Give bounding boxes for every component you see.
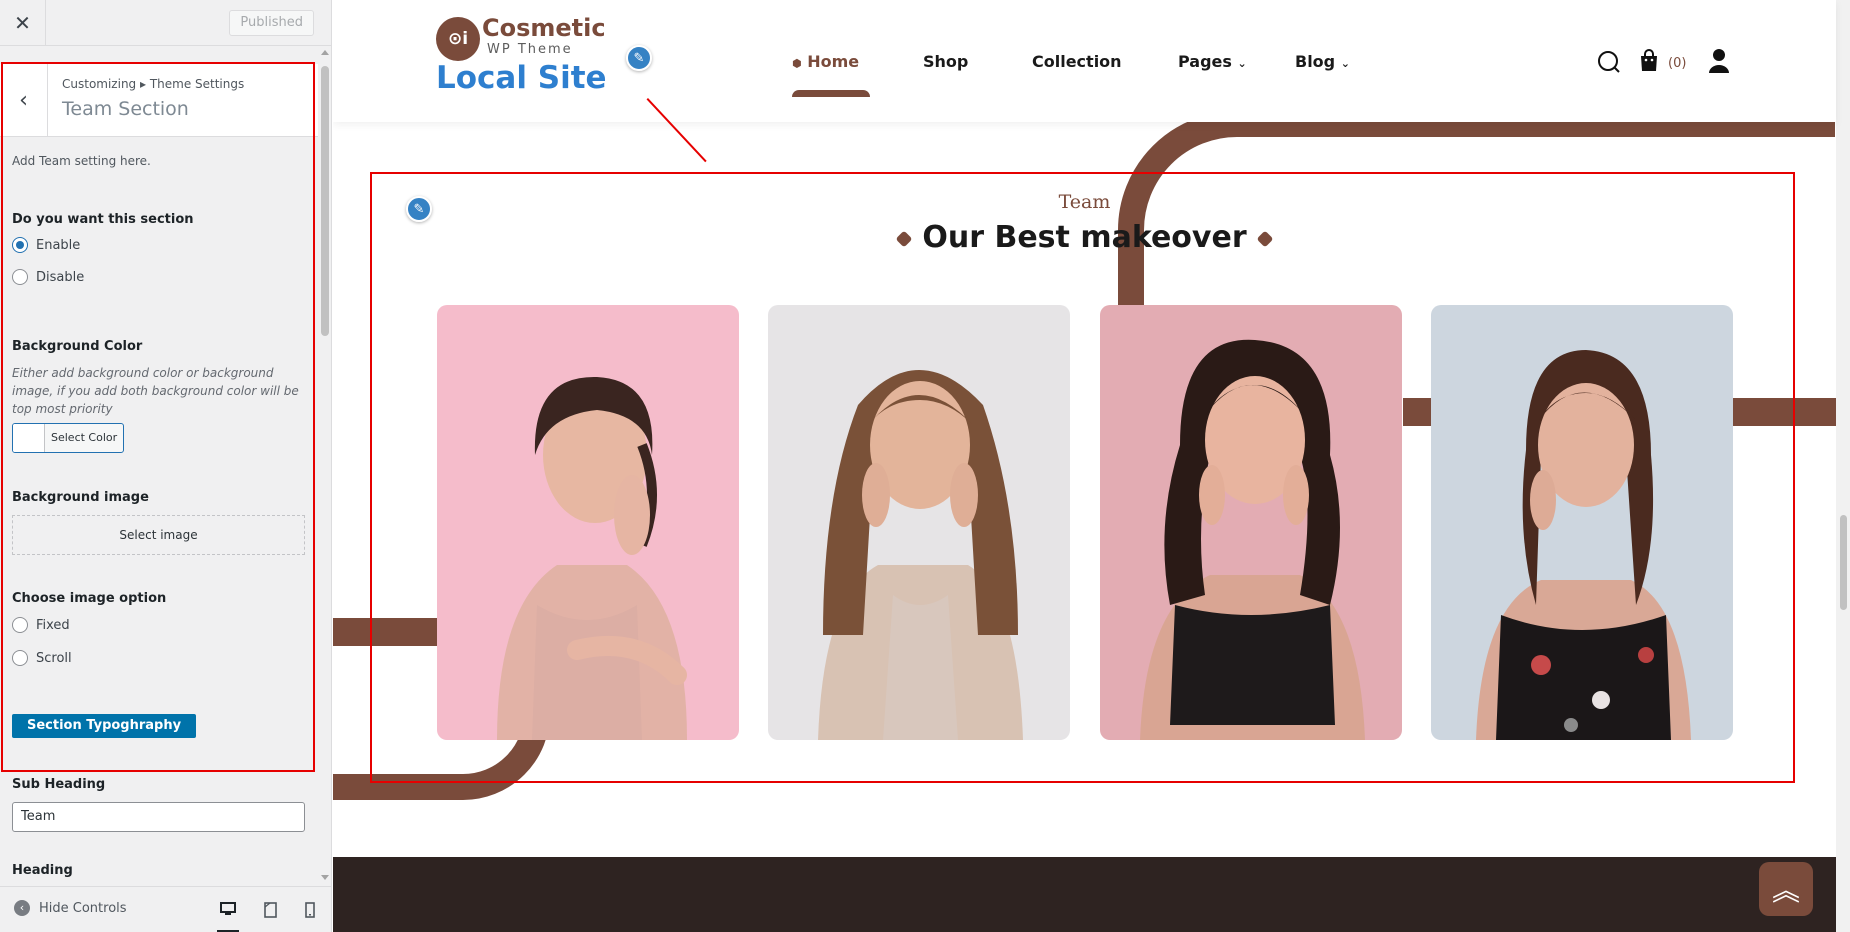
site-title[interactable]: Local Site	[436, 60, 607, 96]
select-image-button[interactable]: Select image	[12, 515, 305, 555]
team-heading-text: Our Best makeover	[922, 220, 1247, 255]
next-section-banner	[333, 857, 1836, 932]
site-header: ⊙i Cosmetic WP Theme Local Site ✎ ⬢ Home…	[333, 0, 1836, 122]
mobile-icon[interactable]	[299, 899, 321, 921]
chevron-down-icon: ⌄	[1237, 57, 1247, 70]
heading-label: Heading	[12, 863, 73, 878]
sidebar-scrollbar[interactable]	[318, 46, 331, 886]
team-member-card[interactable]	[1100, 305, 1402, 740]
radio-disable[interactable]: Disable	[12, 269, 84, 285]
team-member-photo	[437, 305, 739, 740]
customizer-topbar: ✕ Published	[0, 0, 331, 46]
nav-shop[interactable]: Shop	[923, 52, 968, 71]
section-header: ‹ Customizing ▸ Theme Settings Team Sect…	[0, 64, 318, 137]
nav-home-label: Home	[807, 52, 860, 71]
collapse-icon: ‹	[14, 900, 30, 916]
nav-pages-label: Pages	[1178, 52, 1232, 71]
scroll-up-icon[interactable]	[321, 50, 329, 55]
radio-enable[interactable]: Enable	[12, 237, 80, 253]
nav-active-dot-icon: ⬢	[792, 57, 802, 70]
edit-pencil-icon[interactable]: ✎	[406, 196, 432, 222]
nav-blog-label: Blog	[1295, 52, 1336, 71]
team-member-card[interactable]	[1431, 305, 1733, 740]
scrollbar-thumb[interactable]	[1840, 515, 1847, 610]
radio-checked-icon	[12, 237, 28, 253]
sub-heading-input[interactable]: Team	[12, 802, 305, 832]
section-toggle-label: Do you want this section	[12, 212, 194, 227]
background-color-label: Background Color	[12, 339, 143, 354]
hexagon-bullet-icon	[1256, 230, 1274, 247]
nav-pages[interactable]: Pages ⌄	[1178, 52, 1247, 71]
preview-scrollbar[interactable]	[1836, 0, 1850, 932]
team-sub-heading: Team	[1058, 191, 1111, 213]
team-member-photo	[1431, 305, 1733, 740]
radio-scroll-label: Scroll	[36, 650, 72, 666]
hide-controls-button[interactable]: ‹ Hide Controls	[14, 900, 127, 916]
tablet-icon[interactable]	[259, 899, 281, 921]
radio-unchecked-icon	[12, 650, 28, 666]
customizer-footer: ‹ Hide Controls	[0, 886, 331, 932]
radio-fixed-label: Fixed	[36, 617, 70, 633]
team-member-photo	[768, 305, 1070, 740]
hide-controls-label: Hide Controls	[39, 900, 127, 916]
breadcrumb: Customizing ▸ Theme Settings	[62, 77, 245, 91]
nav-active-indicator	[792, 90, 870, 97]
nav-blog[interactable]: Blog ⌄	[1295, 52, 1350, 71]
back-arrow-icon[interactable]: ‹	[0, 64, 48, 137]
scrollbar-thumb[interactable]	[321, 66, 329, 336]
background-image-label: Background image	[12, 490, 149, 505]
team-member-photo	[1100, 305, 1402, 740]
published-button[interactable]: Published	[229, 10, 314, 36]
radio-scroll[interactable]: Scroll	[12, 650, 72, 666]
user-icon[interactable]	[1708, 48, 1730, 78]
scroll-down-icon[interactable]	[321, 875, 329, 880]
team-member-card[interactable]	[768, 305, 1070, 740]
customizer-sidebar: ✕ Published ‹ Customizing ▸ Theme Settin…	[0, 0, 332, 932]
select-color-button[interactable]: Select Color	[12, 423, 125, 453]
select-color-label: Select Color	[51, 431, 118, 444]
sub-heading-label: Sub Heading	[12, 777, 106, 792]
image-option-label: Choose image option	[12, 591, 167, 606]
cart-icon[interactable]	[1639, 48, 1659, 76]
background-color-help: Either add background color or backgroun…	[12, 366, 299, 416]
section-title: Team Section	[62, 98, 189, 120]
radio-unchecked-icon	[12, 269, 28, 285]
nav-collection[interactable]: Collection	[1032, 52, 1122, 71]
scroll-to-top-icon[interactable]: ︽	[1759, 862, 1813, 916]
radio-enable-label: Enable	[36, 237, 81, 253]
site-preview: ⊙i Cosmetic WP Theme Local Site ✎ ⬢ Home…	[333, 0, 1850, 932]
cart-count: (0)	[1668, 56, 1687, 71]
search-icon[interactable]	[1597, 50, 1621, 78]
radio-unchecked-icon	[12, 617, 28, 633]
logo-tagline: WP Theme	[487, 42, 573, 57]
desktop-icon[interactable]	[217, 899, 239, 932]
close-icon[interactable]: ✕	[0, 0, 46, 46]
nav-home[interactable]: ⬢ Home	[792, 52, 859, 71]
chevron-down-icon: ⌄	[1340, 57, 1350, 70]
hexagon-bullet-icon	[895, 230, 913, 247]
section-description: Add Team setting here.	[12, 154, 151, 168]
color-swatch	[13, 424, 45, 452]
edit-pencil-icon[interactable]: ✎	[626, 45, 652, 71]
radio-disable-label: Disable	[36, 269, 85, 285]
section-typography-button[interactable]: Section Typoghraphy	[12, 714, 197, 738]
team-heading: Our Best makeover	[333, 220, 1836, 255]
logo-name[interactable]: Cosmetic	[482, 14, 606, 42]
team-member-card[interactable]	[437, 305, 739, 740]
customizer-panel: ‹ Customizing ▸ Theme Settings Team Sect…	[0, 46, 331, 886]
radio-fixed[interactable]: Fixed	[12, 617, 70, 633]
logo-mark-icon[interactable]: ⊙i	[436, 17, 480, 61]
